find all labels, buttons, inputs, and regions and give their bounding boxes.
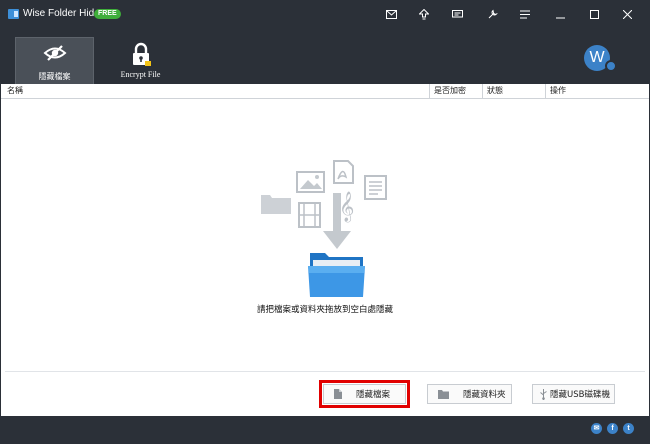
folder-gray-icon xyxy=(261,195,291,214)
drop-zone-illustration: 𝄞 xyxy=(253,159,393,299)
minimize-icon[interactable] xyxy=(551,5,569,23)
app-logo-icon xyxy=(8,9,19,19)
document-icon xyxy=(364,175,387,200)
divider xyxy=(5,371,645,372)
hide-usb-button[interactable]: 隱藏USB磁碟機 xyxy=(532,384,615,404)
tab-encrypt-file[interactable]: Encrypt File xyxy=(101,37,180,84)
file-list-header: 名稱 是否加密 狀態 操作 xyxy=(1,84,649,99)
hide-folder-button[interactable]: 隱藏資料夾 xyxy=(427,384,512,404)
lock-icon xyxy=(101,42,180,66)
music-icon: 𝄞 xyxy=(339,191,354,223)
tab-encrypt-file-label: Encrypt File xyxy=(120,70,161,79)
column-status[interactable]: 狀態 xyxy=(482,84,545,98)
facebook-icon[interactable]: f xyxy=(607,423,618,434)
folder-icon xyxy=(438,389,449,399)
svg-text:𝄞: 𝄞 xyxy=(339,191,354,223)
hidden-eye-icon xyxy=(16,43,93,65)
maximize-icon[interactable] xyxy=(585,5,603,23)
settings-icon[interactable] xyxy=(483,5,501,23)
drop-hint-text: 請把檔案或資料夾拖放到空白處隱藏 xyxy=(256,305,393,315)
app-title: Wise Folder Hider xyxy=(23,8,104,19)
free-badge: FREE xyxy=(94,9,121,19)
menu-icon[interactable] xyxy=(516,5,534,23)
toolbar: 隱藏檔案 Encrypt File W xyxy=(1,27,649,84)
tab-hide-files[interactable]: 隱藏檔案 xyxy=(15,37,94,84)
column-encrypted[interactable]: 是否加密 xyxy=(429,84,482,98)
picture-icon xyxy=(296,171,325,193)
status-bar: ✉ f t xyxy=(1,416,649,443)
avatar-status-dot xyxy=(605,60,617,72)
blue-folder-icon xyxy=(308,253,365,297)
pdf-icon xyxy=(333,160,354,184)
title-bar: Wise Folder Hider FREE xyxy=(1,1,649,27)
feedback-icon[interactable] xyxy=(448,5,466,23)
mail-icon[interactable] xyxy=(382,5,400,23)
column-name[interactable]: 名稱 xyxy=(5,84,23,98)
tab-hide-files-label: 隱藏檔案 xyxy=(38,72,71,81)
file-icon xyxy=(334,389,342,399)
upgrade-icon[interactable] xyxy=(415,5,433,23)
twitter-icon[interactable]: t xyxy=(623,423,634,434)
hide-files-button[interactable]: 隱藏檔案 xyxy=(319,380,410,408)
hide-usb-button-label: 隱藏USB磁碟機 xyxy=(550,390,610,400)
hide-folder-button-label: 隱藏資料夾 xyxy=(463,390,506,400)
close-icon[interactable] xyxy=(618,5,636,23)
email-icon[interactable]: ✉ xyxy=(591,423,602,434)
usb-icon xyxy=(540,388,547,400)
app-window: Wise Folder Hider FREE 隱藏檔案 Encrypt File… xyxy=(0,0,650,444)
video-icon xyxy=(298,202,321,228)
hide-files-button-label: 隱藏檔案 xyxy=(356,390,391,400)
column-actions[interactable]: 操作 xyxy=(545,84,637,98)
